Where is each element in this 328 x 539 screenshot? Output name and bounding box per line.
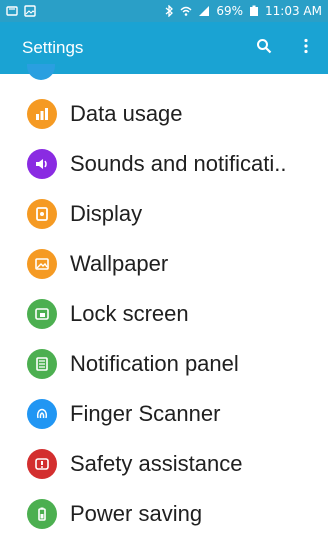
battery-icon xyxy=(249,5,259,17)
settings-item-label: Sounds and notificati.. xyxy=(70,151,287,176)
settings-item-label: Display xyxy=(70,201,143,226)
notification-panel-icon xyxy=(27,349,57,379)
fingerprint-icon xyxy=(27,399,57,429)
more-vert-icon xyxy=(303,38,309,59)
status-left xyxy=(6,5,36,17)
signal-icon xyxy=(198,5,210,17)
battery-saving-icon xyxy=(27,499,57,529)
data-usage-icon xyxy=(27,99,57,129)
wifi-icon xyxy=(180,5,192,17)
display-icon xyxy=(27,199,57,229)
settings-item-safety-assistance[interactable]: Safety assistance xyxy=(0,439,328,489)
sound-icon xyxy=(27,149,57,179)
settings-item-display[interactable]: Display xyxy=(0,189,328,239)
lock-screen-icon xyxy=(27,299,57,329)
search-icon xyxy=(256,38,272,59)
battery-percent: 69% xyxy=(216,4,244,18)
status-bar: 69% 11:03 AM xyxy=(0,0,328,22)
status-time: 11:03 AM xyxy=(265,4,322,18)
image-icon xyxy=(24,5,36,17)
status-right: 69% 11:03 AM xyxy=(164,4,322,18)
app-bar-actions xyxy=(252,22,318,74)
settings-item-lock-screen[interactable]: Lock screen xyxy=(0,289,328,339)
settings-item-label: Power saving xyxy=(70,501,203,526)
bluetooth-icon xyxy=(164,5,174,17)
notification-icon xyxy=(6,5,18,17)
settings-item-finger-scanner[interactable]: Finger Scanner xyxy=(0,389,328,439)
settings-item-notification-panel[interactable]: Notification panel xyxy=(0,339,328,389)
settings-item-power-saving[interactable]: Power saving xyxy=(0,489,328,539)
settings-item-label: Wallpaper xyxy=(70,251,169,276)
partial-settings-icon xyxy=(27,64,55,80)
safety-icon xyxy=(27,449,57,479)
settings-item-label: Finger Scanner xyxy=(70,401,221,426)
search-button[interactable] xyxy=(252,36,276,60)
settings-item-label: Data usage xyxy=(70,101,183,126)
page-title: Settings xyxy=(22,38,84,57)
more-options-button[interactable] xyxy=(294,36,318,60)
settings-item-data-usage[interactable]: Data usage xyxy=(0,89,328,139)
settings-item-label: Safety assistance xyxy=(70,451,243,476)
settings-item-label: Lock screen xyxy=(70,301,189,326)
wallpaper-icon xyxy=(27,249,57,279)
settings-item-label: Notification panel xyxy=(70,351,239,376)
settings-item-sounds[interactable]: Sounds and notificati.. xyxy=(0,139,328,189)
settings-item-wallpaper[interactable]: Wallpaper xyxy=(0,239,328,289)
